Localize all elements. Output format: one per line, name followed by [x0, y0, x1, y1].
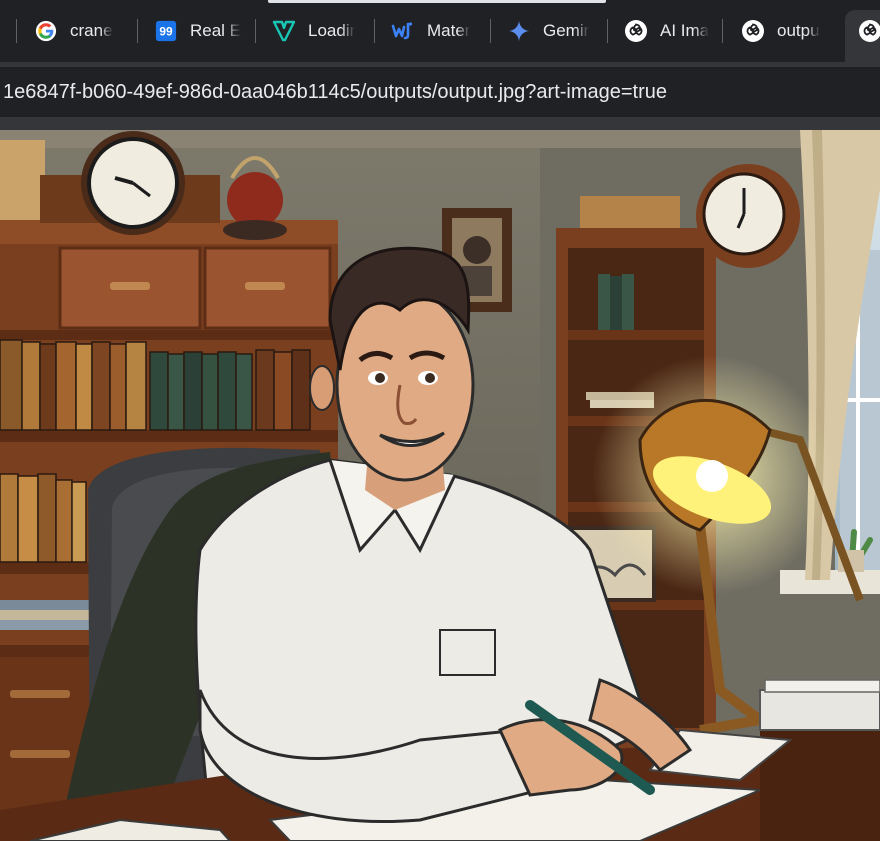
tab-label: crane — [70, 21, 113, 40]
svg-text:99: 99 — [159, 25, 173, 39]
openai-icon — [624, 19, 648, 43]
sparkle-icon — [507, 19, 531, 43]
tab-materials[interactable]: Mater — [391, 12, 483, 50]
tab-real-estate[interactable]: 99 Real E — [154, 12, 254, 50]
tab-separator — [722, 19, 723, 43]
tab-separator — [490, 19, 491, 43]
tab-active[interactable] — [845, 10, 880, 62]
tab-separator — [255, 19, 256, 43]
tab-partial-left[interactable] — [0, 12, 10, 50]
tab-ai-image[interactable]: AI Ima — [624, 12, 716, 50]
google-g-icon — [34, 19, 58, 43]
tab-separator — [607, 19, 608, 43]
tab-label: outpu — [777, 21, 820, 40]
ninety-nine-icon: 99 — [154, 19, 178, 43]
tab-loading[interactable]: Loadir — [272, 12, 368, 50]
tab-crane[interactable]: crane — [34, 12, 134, 50]
openai-icon — [741, 19, 765, 43]
address-bar[interactable]: 1e6847f-b060-49ef-986d-0aa046b114c5/outp… — [0, 67, 880, 117]
tab-label: Loadir — [308, 21, 356, 40]
tab-separator — [16, 19, 17, 43]
tab-output[interactable]: outpu — [741, 12, 833, 50]
tab-separator — [374, 19, 375, 43]
image-viewer — [0, 130, 880, 841]
tab-label: Real E — [190, 21, 242, 40]
mj-logo-icon — [391, 19, 415, 43]
cartoon-office-image — [0, 130, 880, 841]
openai-icon — [858, 19, 880, 48]
v-logo-icon — [272, 19, 296, 43]
tab-gemini[interactable]: Gemir — [507, 12, 599, 50]
tab-strip: crane 99 Real E Loadir Mater Gemir AI Im… — [0, 0, 880, 62]
tab-separator — [137, 19, 138, 43]
tab-label: AI Ima — [660, 21, 710, 40]
address-url: 1e6847f-b060-49ef-986d-0aa046b114c5/outp… — [3, 80, 668, 103]
tab-label: Gemir — [543, 21, 590, 40]
tab-loading-indicator — [268, 0, 606, 3]
tab-label: Mater — [427, 21, 471, 40]
browser-toolbar: 1e6847f-b060-49ef-986d-0aa046b114c5/outp… — [0, 62, 880, 130]
